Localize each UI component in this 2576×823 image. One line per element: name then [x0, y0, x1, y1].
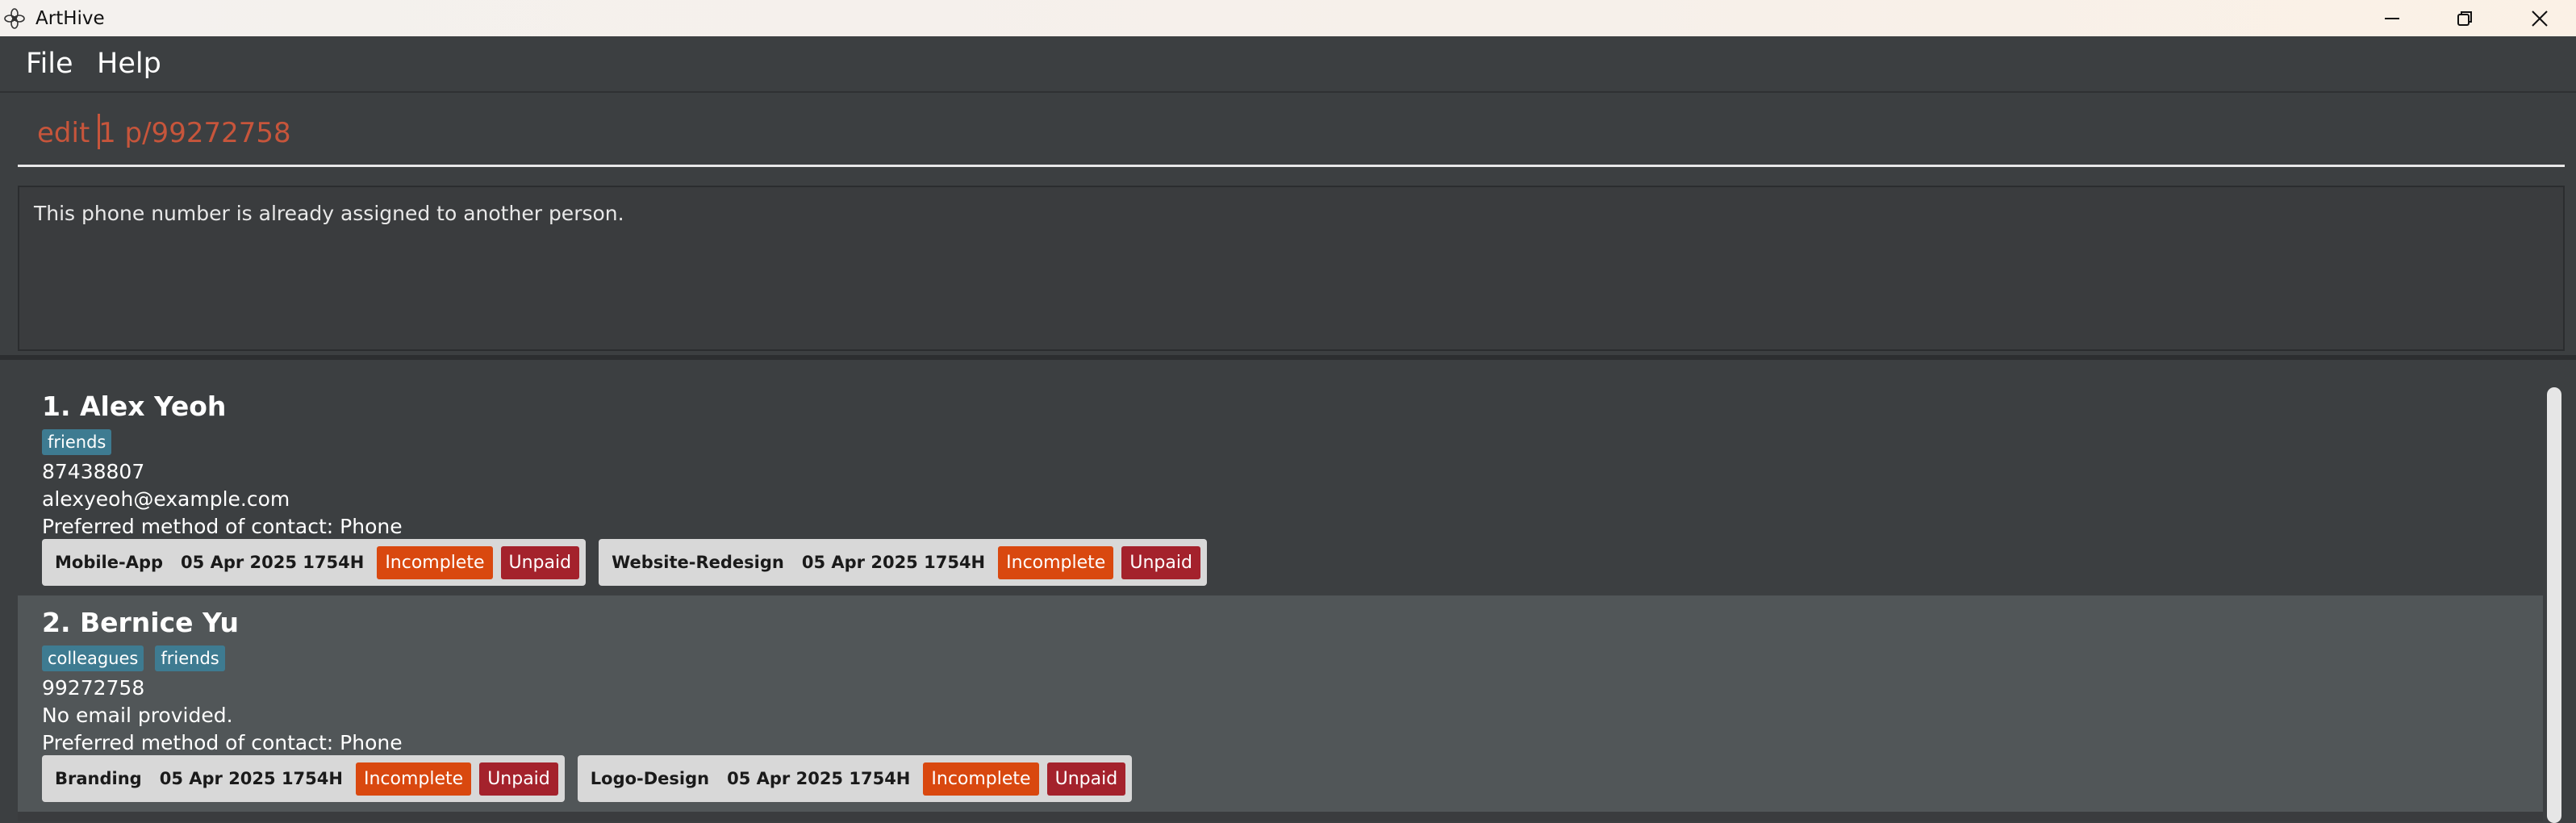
tag-label: friends	[155, 645, 225, 671]
project-deadline: 05 Apr 2025 1754H	[181, 553, 365, 572]
menu-bar: File Help	[0, 36, 2576, 93]
restore-icon	[2457, 10, 2472, 26]
status-badge: Incomplete	[377, 545, 493, 579]
tag-list: friends	[42, 429, 112, 455]
menu-help[interactable]: Help	[97, 48, 161, 80]
close-button[interactable]	[2503, 0, 2576, 36]
text-caret	[98, 114, 100, 149]
project-deadline: 05 Apr 2025 1754H	[801, 553, 986, 572]
status-badge: Incomplete	[355, 762, 472, 796]
tag-label: colleagues	[42, 645, 144, 671]
minimize-icon	[2385, 17, 2399, 19]
project-deadline: 05 Apr 2025 1754H	[727, 769, 911, 788]
person-list-area: 1. Alex Yeoh friends 87438807 alexyeoh@e…	[0, 365, 2576, 823]
tag-label: friends	[42, 429, 112, 455]
project-chip: Branding 05 Apr 2025 1754H Incomplete Un…	[42, 755, 565, 802]
project-list: Mobile-App 05 Apr 2025 1754H Incomplete …	[42, 539, 1207, 586]
payment-badge: Unpaid	[500, 545, 580, 579]
scrollbar-thumb[interactable]	[2547, 387, 2561, 823]
person-card[interactable]: 1. Alex Yeoh friends 87438807 alexyeoh@e…	[18, 379, 2543, 595]
command-area	[0, 94, 2576, 176]
project-chip: Website-Redesign 05 Apr 2025 1754H Incom…	[599, 539, 1207, 586]
project-name: Mobile-App	[55, 553, 164, 572]
project-deadline: 05 Apr 2025 1754H	[159, 769, 343, 788]
result-display[interactable]: This phone number is already assigned to…	[18, 186, 2565, 351]
restore-button[interactable]	[2428, 0, 2501, 36]
menu-file[interactable]: File	[26, 48, 73, 80]
window-title: ArtHive	[35, 8, 105, 29]
result-area: This phone number is already assigned to…	[0, 176, 2576, 360]
person-phone: 87438807	[42, 460, 145, 483]
person-email: No email provided.	[42, 704, 233, 727]
person-name: 1. Alex Yeoh	[42, 391, 227, 422]
person-list[interactable]: 1. Alex Yeoh friends 87438807 alexyeoh@e…	[18, 379, 2543, 821]
close-icon	[2532, 10, 2548, 27]
minimize-button[interactable]	[2356, 0, 2428, 36]
project-name: Logo-Design	[590, 769, 710, 788]
payment-badge: Unpaid	[479, 762, 558, 796]
person-preferred-contact: Preferred method of contact: Phone	[42, 731, 403, 754]
command-input[interactable]	[37, 117, 2538, 149]
project-chip: Mobile-App 05 Apr 2025 1754H Incomplete …	[42, 539, 587, 586]
person-email: alexyeoh@example.com	[42, 487, 290, 511]
status-badge: Incomplete	[998, 545, 1114, 579]
person-card[interactable]: 2. Bernice Yu colleagues friends 9927275…	[18, 595, 2543, 812]
person-preferred-contact: Preferred method of contact: Phone	[42, 515, 403, 538]
tag-list: colleagues friends	[42, 645, 225, 671]
project-chip: Logo-Design 05 Apr 2025 1754H Incomplete…	[577, 755, 1133, 802]
status-badge: Incomplete	[923, 762, 1039, 796]
flower-logo-icon	[4, 8, 25, 29]
command-box	[18, 96, 2565, 167]
vertical-scrollbar[interactable]	[2543, 379, 2564, 823]
payment-badge: Unpaid	[1121, 545, 1200, 579]
person-name: 2. Bernice Yu	[42, 607, 240, 638]
person-phone: 99272758	[42, 676, 145, 700]
project-name: Branding	[55, 769, 142, 788]
payment-badge: Unpaid	[1046, 762, 1126, 796]
result-message: This phone number is already assigned to…	[34, 202, 624, 225]
project-list: Branding 05 Apr 2025 1754H Incomplete Un…	[42, 755, 1133, 802]
project-name: Website-Redesign	[612, 553, 784, 572]
title-bar: ArtHive	[0, 0, 2576, 36]
